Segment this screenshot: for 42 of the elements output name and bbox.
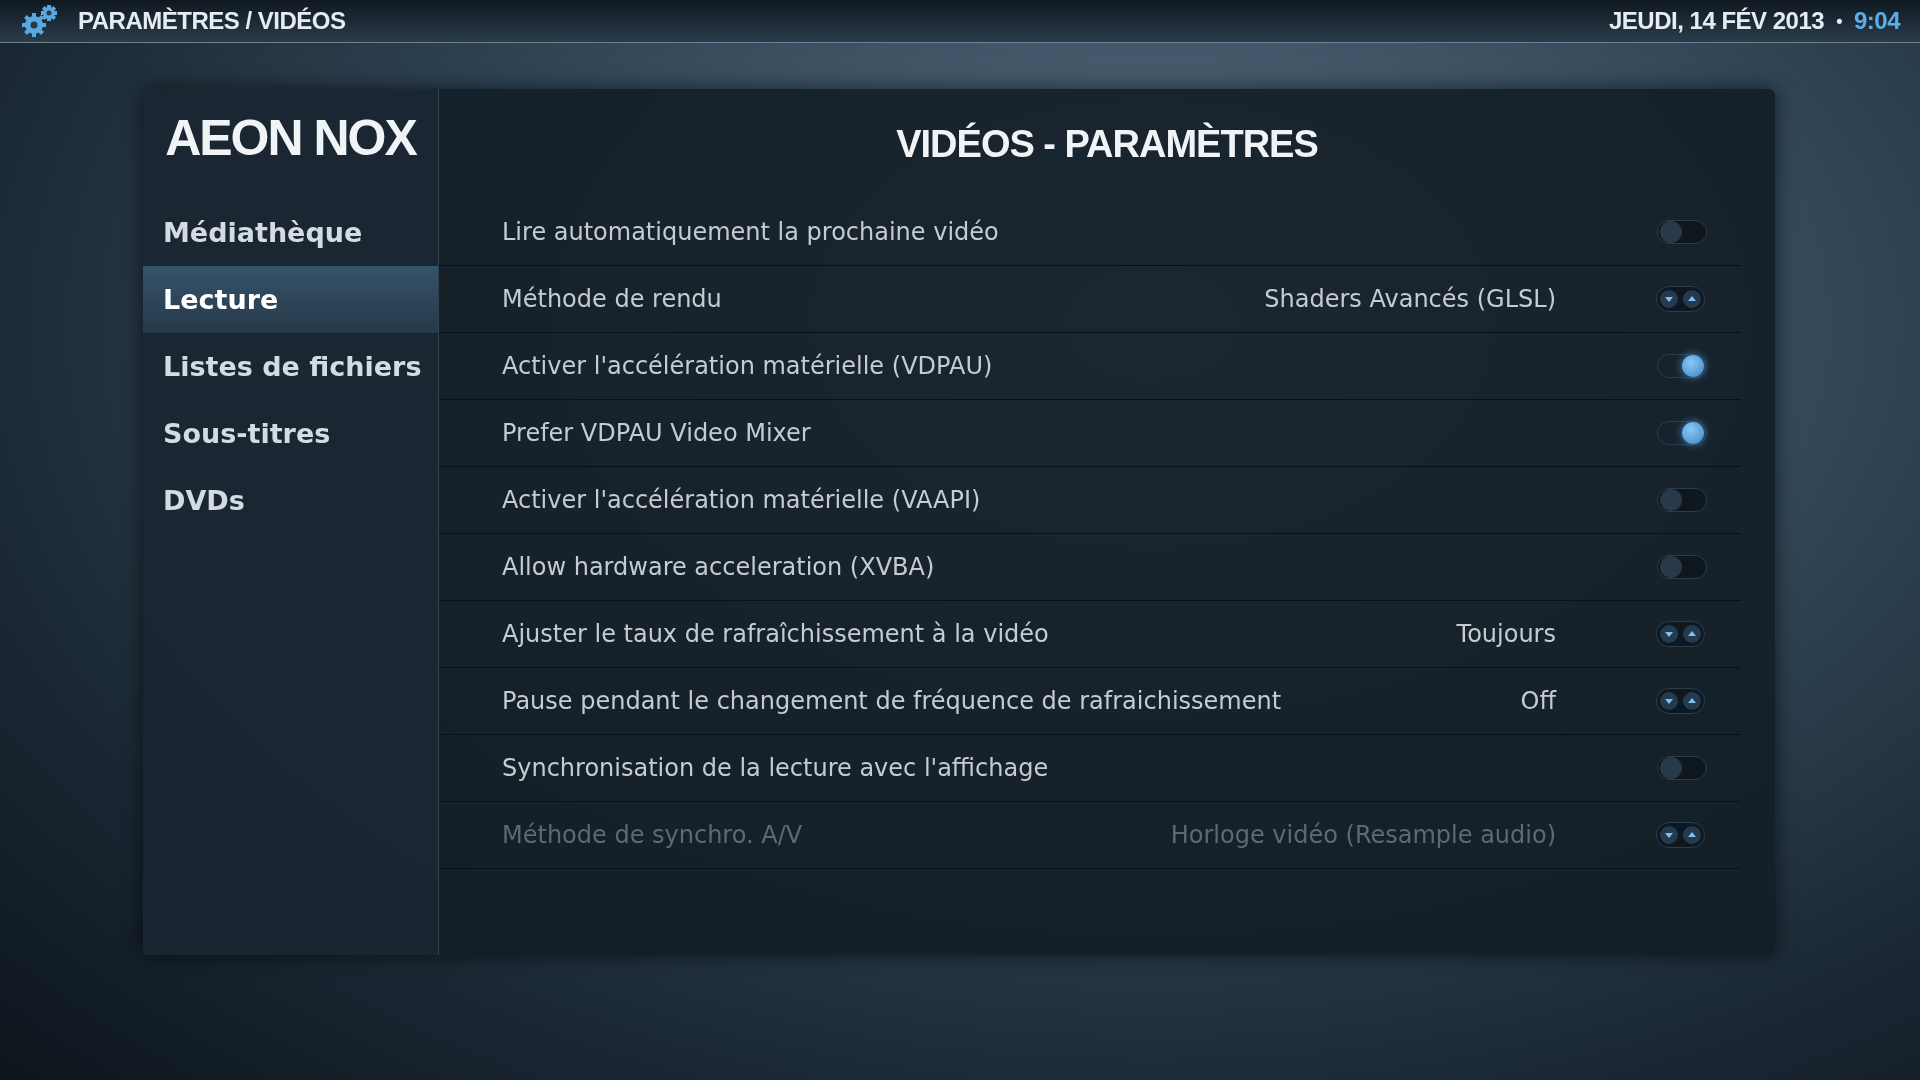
setting-row[interactable]: Ajuster le taux de rafraîchissement à la vidéo Toujours [439, 601, 1741, 668]
setting-row[interactable]: Activer l'accélération matérielle (VAAPI) [439, 467, 1741, 534]
logo-text: AEON NOX [164, 109, 418, 168]
setting-row[interactable]: Synchronisation de la lecture avec l'affichage [439, 735, 1741, 802]
setting-value: Toujours [1456, 620, 1556, 648]
setting-row[interactable]: Allow hardware acceleration (XVBA) [439, 534, 1741, 601]
clock-time: 9:04 [1853, 7, 1900, 35]
spinner-control[interactable] [1656, 286, 1705, 312]
setting-row[interactable]: Prefer VDPAU Video Mixer [439, 400, 1741, 467]
setting-label: Activer l'accélération matérielle (VAAPI) [502, 486, 982, 514]
setting-label: Allow hardware acceleration (XVBA) [502, 553, 936, 581]
setting-label: Prefer VDPAU Video Mixer [502, 419, 812, 447]
setting-row[interactable]: Lire automatiquement la prochaine vidéo [439, 199, 1741, 266]
sidebar-item[interactable]: Listes de fichiers [143, 333, 438, 400]
sidebar-item[interactable]: DVDs [143, 467, 438, 534]
toggle-switch[interactable] [1657, 756, 1707, 780]
setting-label: Pause pendant le changement de fréquence de rafraichissement [502, 687, 1283, 715]
setting-row[interactable]: Méthode de rendu Shaders Avancés (GLSL) [439, 266, 1741, 333]
setting-label: Méthode de synchro. A/V [502, 821, 804, 849]
spinner-control[interactable] [1656, 621, 1705, 647]
setting-label: Lire automatiquement la prochaine vidéo [502, 218, 1000, 246]
sidebar-item[interactable]: Lecture [143, 266, 438, 333]
setting-label: Activer l'accélération matérielle (VDPAU) [502, 352, 994, 380]
setting-value: Shaders Avancés (GLSL) [1264, 285, 1556, 313]
gears-icon [20, 3, 60, 39]
setting-label: Méthode de rendu [502, 285, 723, 313]
toggle-switch[interactable] [1657, 555, 1707, 579]
setting-value: Off [1520, 687, 1556, 715]
setting-row[interactable]: Pause pendant le changement de fréquence de rafraichissement Off [439, 668, 1741, 735]
date-text: JEUDI, 14 FÉV 2013 [1609, 7, 1825, 35]
sidebar-item[interactable]: Médiathèque [143, 199, 438, 266]
toggle-switch[interactable] [1657, 488, 1707, 512]
setting-value: Horloge vidéo (Resample audio) [1170, 821, 1556, 849]
setting-label: Synchronisation de la lecture avec l'affichage [502, 754, 1050, 782]
separator-dot: • [1836, 10, 1842, 32]
setting-row[interactable]: Activer l'accélération matérielle (VDPAU) [439, 333, 1741, 400]
toggle-switch[interactable] [1657, 220, 1707, 244]
spinner-control[interactable] [1656, 688, 1705, 714]
panel-title: VIDÉOS - PARAMÈTRES [895, 121, 1319, 167]
breadcrumb: PARAMÈTRES / VIDÉOS [78, 7, 346, 35]
sidebar-item[interactable]: Sous-titres [143, 400, 438, 467]
setting-label: Ajuster le taux de rafraîchissement à la vidéo [502, 620, 1050, 648]
